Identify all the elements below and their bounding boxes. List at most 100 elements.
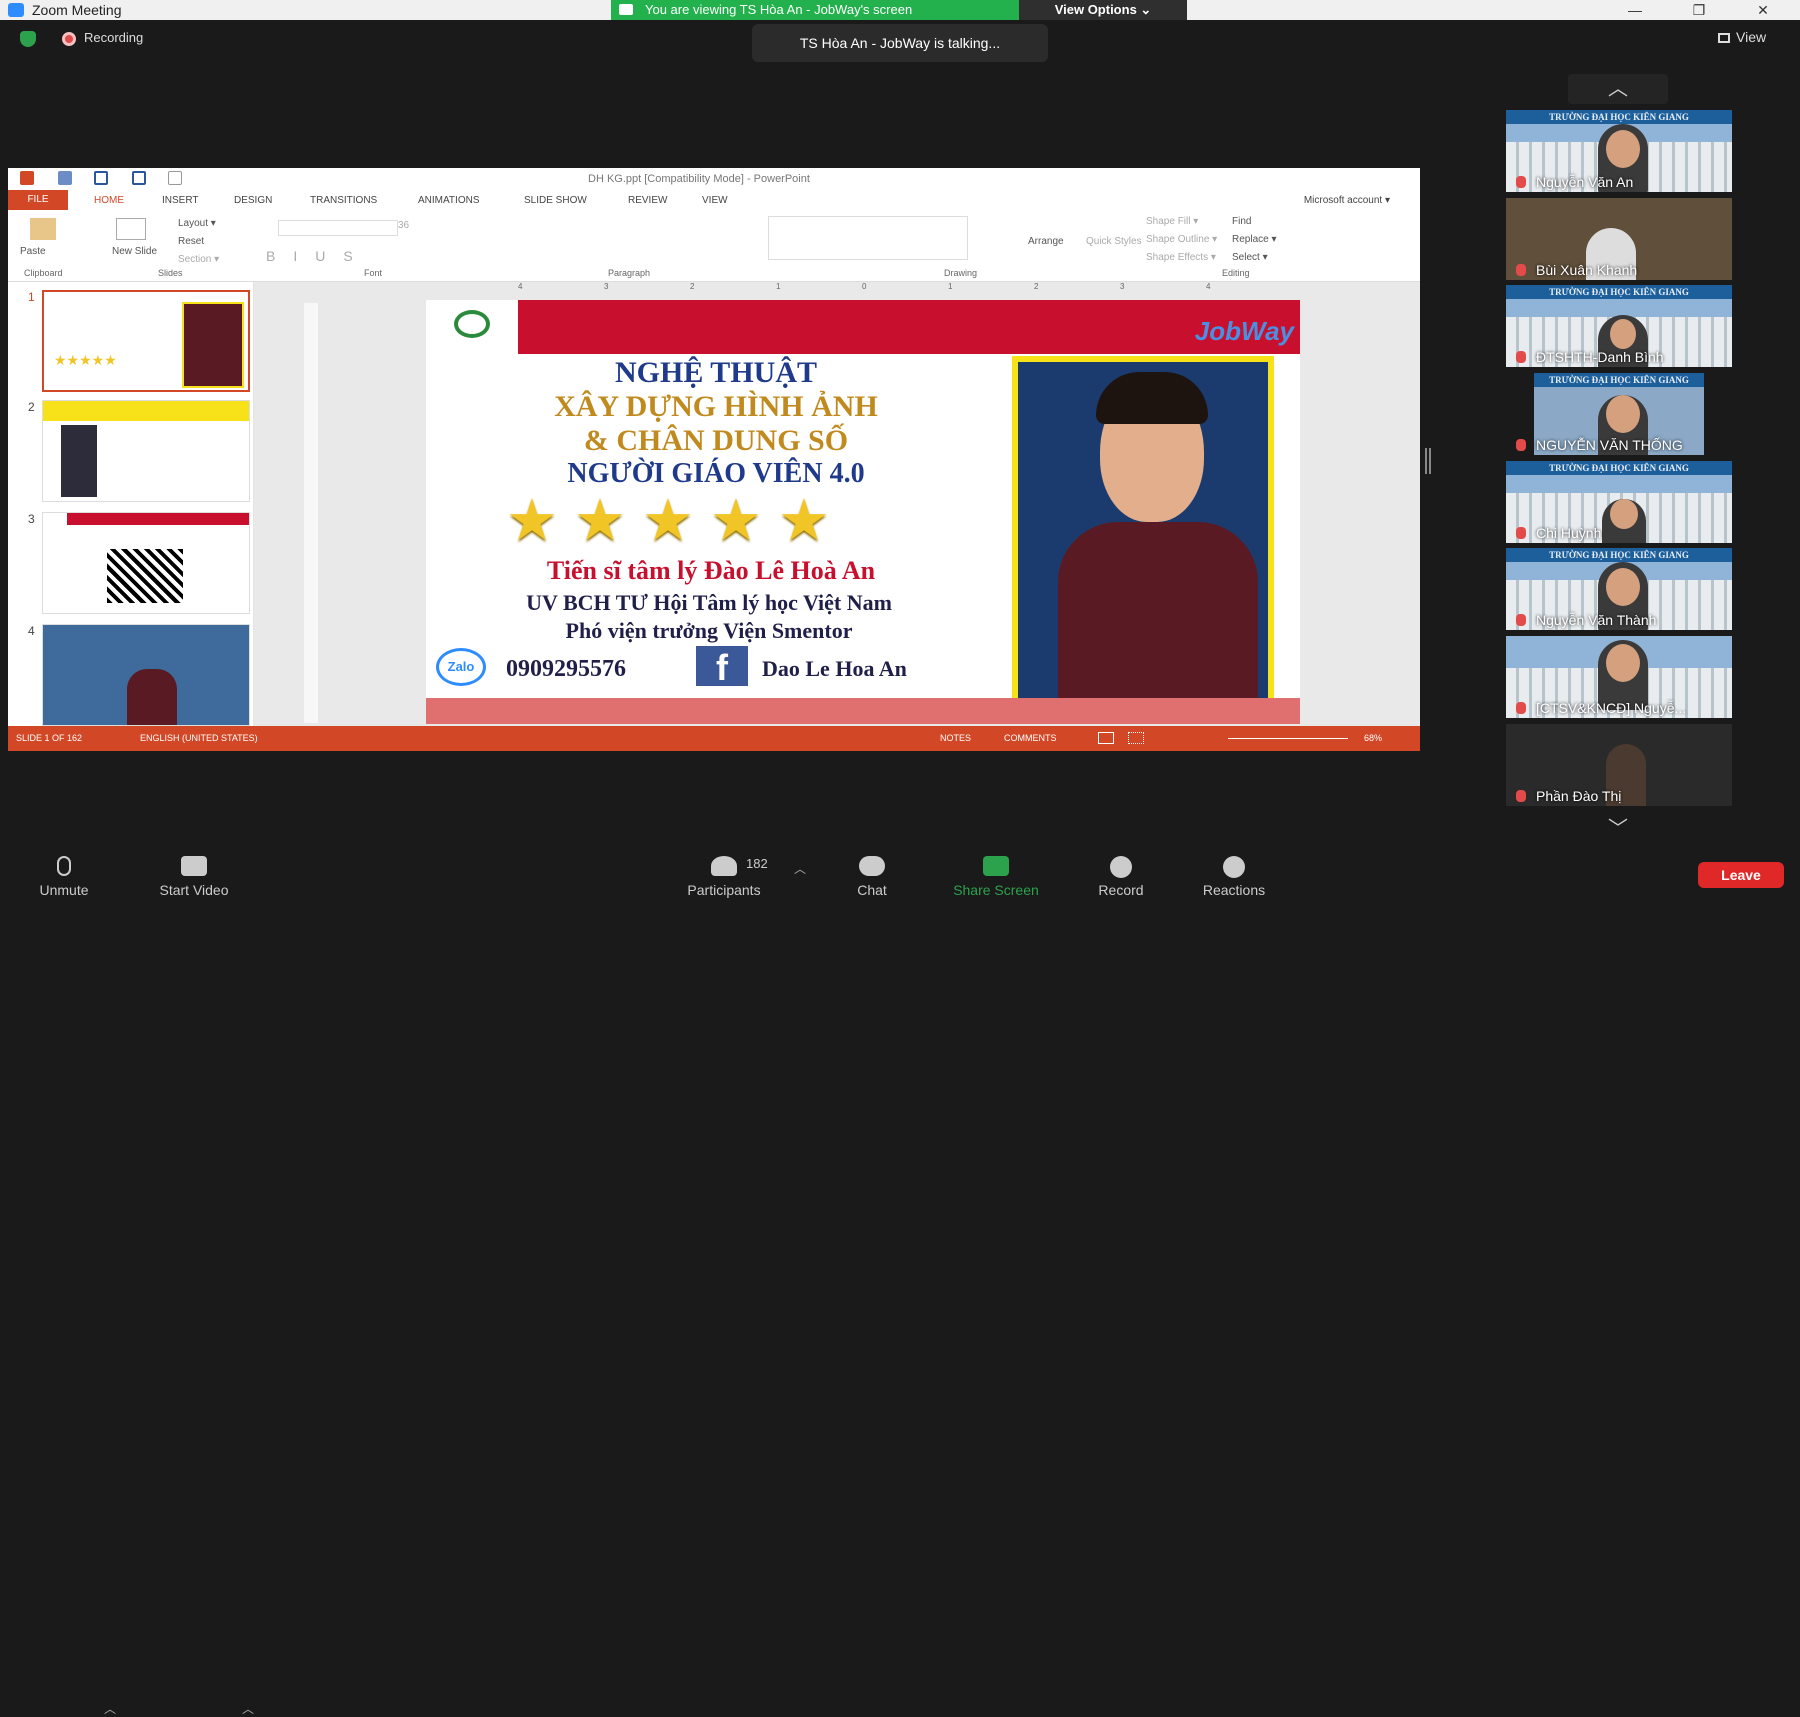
facebook-icon: f — [696, 646, 748, 688]
arrange-button[interactable]: Arrange — [1028, 236, 1064, 247]
tile-banner: TRƯỜNG ĐẠI HỌC KIÊN GIANG — [1506, 460, 1732, 475]
reactions-button[interactable]: Reactions — [1174, 840, 1294, 900]
leave-button[interactable]: Leave — [1698, 862, 1784, 888]
split-view-handle[interactable] — [1425, 448, 1431, 474]
chat-button[interactable]: Chat — [812, 840, 932, 900]
grid-icon — [1718, 33, 1730, 44]
paste-button[interactable]: Paste — [20, 246, 46, 257]
find-button[interactable]: Find — [1232, 216, 1251, 227]
muted-mic-icon — [57, 856, 71, 876]
slide-title-line2: XÂY DỰNG HÌNH ẢNH — [554, 390, 878, 423]
participant-name: Chi Huỳnh — [1536, 524, 1602, 541]
reset-button[interactable]: Reset — [178, 236, 204, 247]
viewing-banner: You are viewing TS Hòa An - JobWay's scr… — [611, 0, 1019, 20]
participant-tile[interactable]: Bùi Xuân Khanh — [1506, 197, 1732, 280]
tab-design[interactable]: DESIGN — [234, 195, 272, 206]
unmute-button[interactable]: Unmute — [4, 840, 124, 900]
participant-tile[interactable]: TRƯỜNG ĐẠI HỌC KIÊN GIANG Chi Huỳnh — [1506, 460, 1732, 543]
chat-icon — [859, 856, 885, 876]
speaker-photo — [1012, 356, 1274, 712]
shape-outline-button[interactable]: Shape Outline ▾ — [1146, 234, 1217, 245]
tab-transitions[interactable]: TRANSITIONS — [310, 195, 377, 206]
tab-view[interactable]: VIEW — [702, 195, 728, 206]
new-slide-button[interactable]: New Slide — [112, 246, 157, 257]
maximize-button[interactable]: ❐ — [1676, 0, 1722, 20]
tab-slide-show[interactable]: SLIDE SHOW — [524, 195, 587, 206]
five-stars: ★★★★★ — [506, 488, 846, 553]
powerpoint-icon — [20, 171, 34, 185]
notes-button[interactable]: NOTES — [940, 726, 971, 751]
slide-thumbnail[interactable] — [42, 400, 250, 502]
video-options-chevron-icon[interactable]: ︿ — [242, 1700, 254, 1717]
layout-button[interactable]: Layout ▾ — [178, 218, 216, 229]
record-button[interactable]: Record — [1061, 840, 1181, 900]
participants-chevron-icon[interactable]: ︿ — [794, 860, 806, 877]
view-options-button[interactable]: View Options ⌄ — [1019, 0, 1187, 20]
tab-animations[interactable]: ANIMATIONS — [418, 195, 479, 206]
zoom-level[interactable]: 68% — [1364, 726, 1382, 751]
shape-fill-button[interactable]: Shape Fill ▾ — [1146, 216, 1198, 227]
shape-effects-button[interactable]: Shape Effects ▾ — [1146, 252, 1216, 263]
quick-access-toolbar: DH KG.ppt [Compatibility Mode] - PowerPo… — [8, 168, 1420, 190]
tile-banner: TRƯỜNG ĐẠI HỌC KIÊN GIANG — [1534, 373, 1704, 388]
slide-thumbnails-pane: 1 ★★★★★ 2 3 4 — [8, 282, 254, 726]
slide-thumbnail[interactable] — [42, 624, 250, 726]
slide-thumbnail[interactable]: ★★★★★ — [42, 290, 250, 392]
tab-home[interactable]: HOME — [94, 195, 124, 206]
quick-styles-button[interactable]: Quick Styles — [1086, 236, 1142, 247]
section-button[interactable]: Section ▾ — [178, 254, 219, 265]
active-speaker-toast: TS Hòa An - JobWay is talking... — [752, 24, 1048, 62]
horizontal-ruler: 4 3 2 1 0 1 2 3 4 — [518, 282, 1211, 291]
speaker-role1: UV BCH TƯ Hội Tâm lý học Việt Nam — [526, 590, 892, 615]
document-title: DH KG.ppt [Compatibility Mode] - PowerPo… — [588, 173, 810, 185]
slide-sorter-icon[interactable] — [1128, 732, 1144, 744]
recording-indicator[interactable]: Recording — [62, 30, 143, 46]
redo-icon[interactable] — [132, 171, 146, 185]
participant-tile[interactable]: Phần Đào Thị — [1506, 723, 1732, 806]
start-video-label: Start Video — [159, 882, 229, 898]
participants-icon — [711, 856, 737, 876]
shapes-gallery[interactable] — [768, 216, 968, 260]
microsoft-account[interactable]: Microsoft account ▾ — [1304, 195, 1390, 206]
phone-number: 0909295576 — [506, 656, 626, 682]
tile-banner: TRƯỜNG ĐẠI HỌC KIÊN GIANG — [1506, 285, 1732, 300]
normal-view-icon[interactable] — [1098, 732, 1114, 744]
minimize-button[interactable]: — — [1612, 0, 1658, 20]
gallery-scroll-up-button[interactable]: ︿ — [1568, 74, 1668, 104]
undo-icon[interactable] — [94, 171, 108, 185]
smiley-icon — [1223, 856, 1245, 878]
start-video-button[interactable]: Start Video — [134, 840, 254, 900]
comments-button[interactable]: COMMENTS — [1004, 726, 1057, 751]
share-screen-button[interactable]: Share Screen — [936, 840, 1056, 900]
participant-name: NGUYỄN VĂN THỐNG — [1536, 437, 1683, 454]
language-status[interactable]: ENGLISH (UNITED STATES) — [140, 726, 258, 751]
select-button[interactable]: Select ▾ — [1232, 252, 1268, 263]
group-drawing: Drawing — [944, 268, 978, 278]
thumb-number: 3 — [28, 512, 35, 526]
current-slide[interactable]: JobWay NGHỆ THUẬT XÂY DỰNG HÌNH ẢNH & CH… — [426, 300, 1300, 724]
security-shield-icon[interactable] — [20, 31, 36, 47]
view-label: View — [1736, 29, 1767, 45]
meeting-toolbar: Unmute ︿ Start Video ︿ Participants 182 … — [0, 840, 1800, 1716]
font-size-box[interactable]: 36 — [398, 220, 409, 231]
font-name-box[interactable] — [278, 220, 398, 236]
view-button[interactable]: View — [1718, 29, 1766, 45]
participant-gallery: TRƯỜNG ĐẠI HỌC KIÊN GIANG Nguyễn Văn An … — [1506, 110, 1732, 812]
replace-button[interactable]: Replace ▾ — [1232, 234, 1277, 245]
slide-title-line3: & CHÂN DUNG SỐ — [583, 424, 849, 457]
participant-tile[interactable]: TRƯỜNG ĐẠI HỌC KIÊN GIANG ĐTSHTH-Danh Bì… — [1506, 285, 1732, 368]
record-icon — [1110, 856, 1132, 878]
group-editing: Editing — [1222, 268, 1250, 278]
participant-tile[interactable]: TRƯỜNG ĐẠI HỌC KIÊN GIANG Nguyễn Văn An — [1506, 110, 1732, 192]
tab-insert[interactable]: INSERT — [162, 195, 199, 206]
participant-tile[interactable]: [CTSV&KNCĐ] Nguyễ... — [1506, 636, 1732, 719]
participant-tile[interactable]: TRƯỜNG ĐẠI HỌC KIÊN GIANG Nguyễn Văn Thà… — [1506, 548, 1732, 631]
save-icon[interactable] — [58, 171, 72, 185]
zoom-slider[interactable] — [1228, 738, 1348, 739]
slide-thumbnail[interactable] — [42, 512, 250, 614]
close-button[interactable]: ✕ — [1740, 0, 1786, 20]
start-slideshow-icon[interactable] — [168, 171, 182, 185]
audio-options-chevron-icon[interactable]: ︿ — [104, 1700, 116, 1717]
participant-tile[interactable]: TRƯỜNG ĐẠI HỌC KIÊN GIANG NGUYỄN VĂN THỐ… — [1506, 373, 1732, 456]
tab-review[interactable]: REVIEW — [628, 195, 667, 206]
